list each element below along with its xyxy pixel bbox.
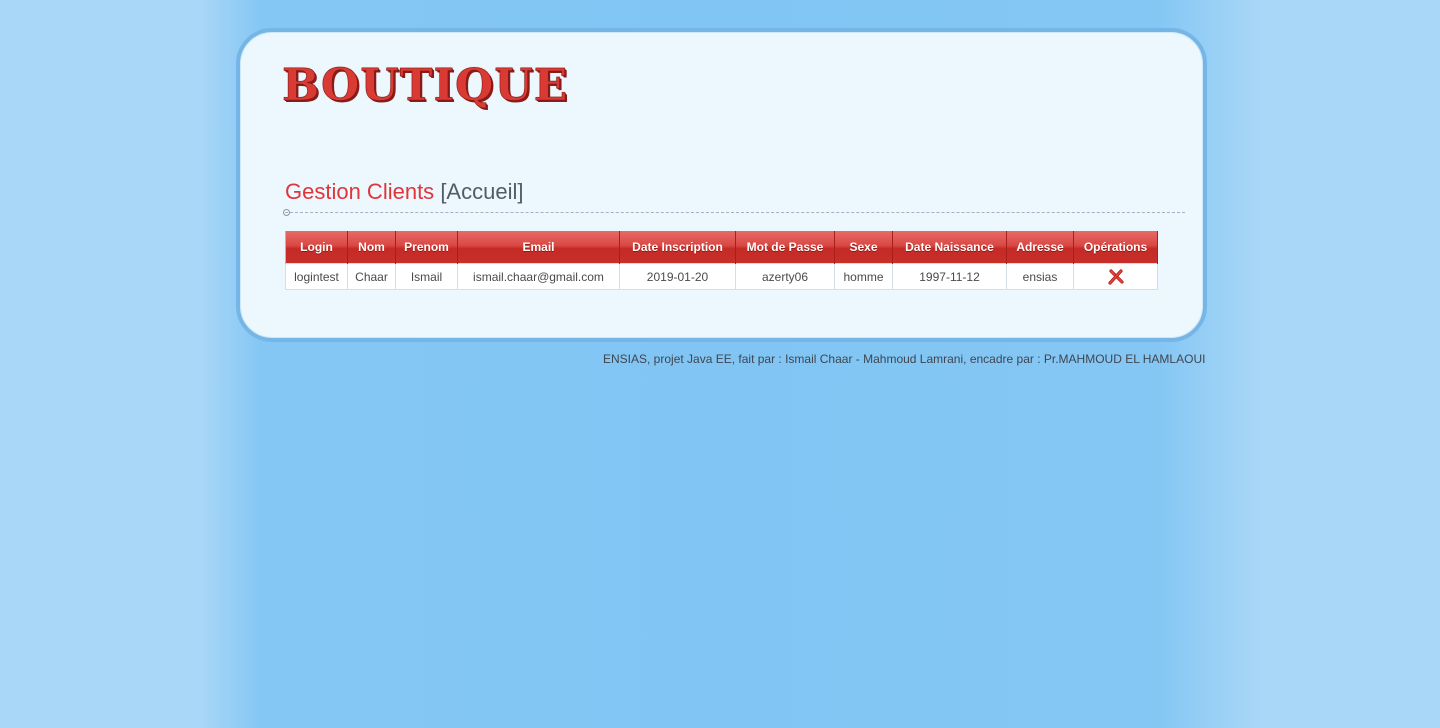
column-header-adresse: Adresse bbox=[1006, 231, 1074, 264]
column-header-date-naissance: Date Naissance bbox=[892, 231, 1007, 264]
cell-login: logintest bbox=[285, 263, 348, 290]
cell-nom: Chaar bbox=[347, 263, 396, 290]
page-title-main: Gestion Clients bbox=[285, 179, 435, 204]
column-header-sexe: Sexe bbox=[834, 231, 893, 264]
column-header-prenom: Prenom bbox=[395, 231, 458, 264]
cell-date-inscription: 2019-01-20 bbox=[619, 263, 736, 290]
cell-mot-de-passe: azerty06 bbox=[735, 263, 835, 290]
cell-email: ismail.chaar@gmail.com bbox=[457, 263, 620, 290]
footer-credits: ENSIAS, projet Java EE, fait par : Ismai… bbox=[603, 352, 1206, 366]
column-header-email: Email bbox=[457, 231, 620, 264]
column-header-nom: Nom bbox=[347, 231, 396, 264]
cell-operations bbox=[1073, 263, 1158, 290]
cell-adresse: ensias bbox=[1006, 263, 1074, 290]
column-header-date-inscription: Date Inscription bbox=[619, 231, 736, 264]
cell-prenom: Ismail bbox=[395, 263, 458, 290]
table-row: logintest Chaar Ismail ismail.chaar@gmai… bbox=[285, 263, 1158, 290]
table-header-row: Login Nom Prenom Email Date Inscription … bbox=[285, 231, 1158, 264]
column-header-login: Login bbox=[285, 231, 348, 264]
clients-table: Login Nom Prenom Email Date Inscription … bbox=[285, 231, 1158, 290]
main-panel: BOUTIQUE Gestion Clients [Accueil] Login… bbox=[236, 28, 1207, 342]
column-header-operations: Opérations bbox=[1073, 231, 1158, 264]
page-title-context: [Accueil] bbox=[440, 179, 524, 204]
column-header-mot-de-passe: Mot de Passe bbox=[735, 231, 835, 264]
delete-icon[interactable] bbox=[1107, 268, 1124, 285]
boutique-logo[interactable]: BOUTIQUE bbox=[282, 61, 568, 110]
title-divider bbox=[285, 212, 1185, 213]
page-title: Gestion Clients [Accueil] bbox=[285, 179, 523, 205]
cell-date-naissance: 1997-11-12 bbox=[892, 263, 1007, 290]
cell-sexe: homme bbox=[834, 263, 893, 290]
